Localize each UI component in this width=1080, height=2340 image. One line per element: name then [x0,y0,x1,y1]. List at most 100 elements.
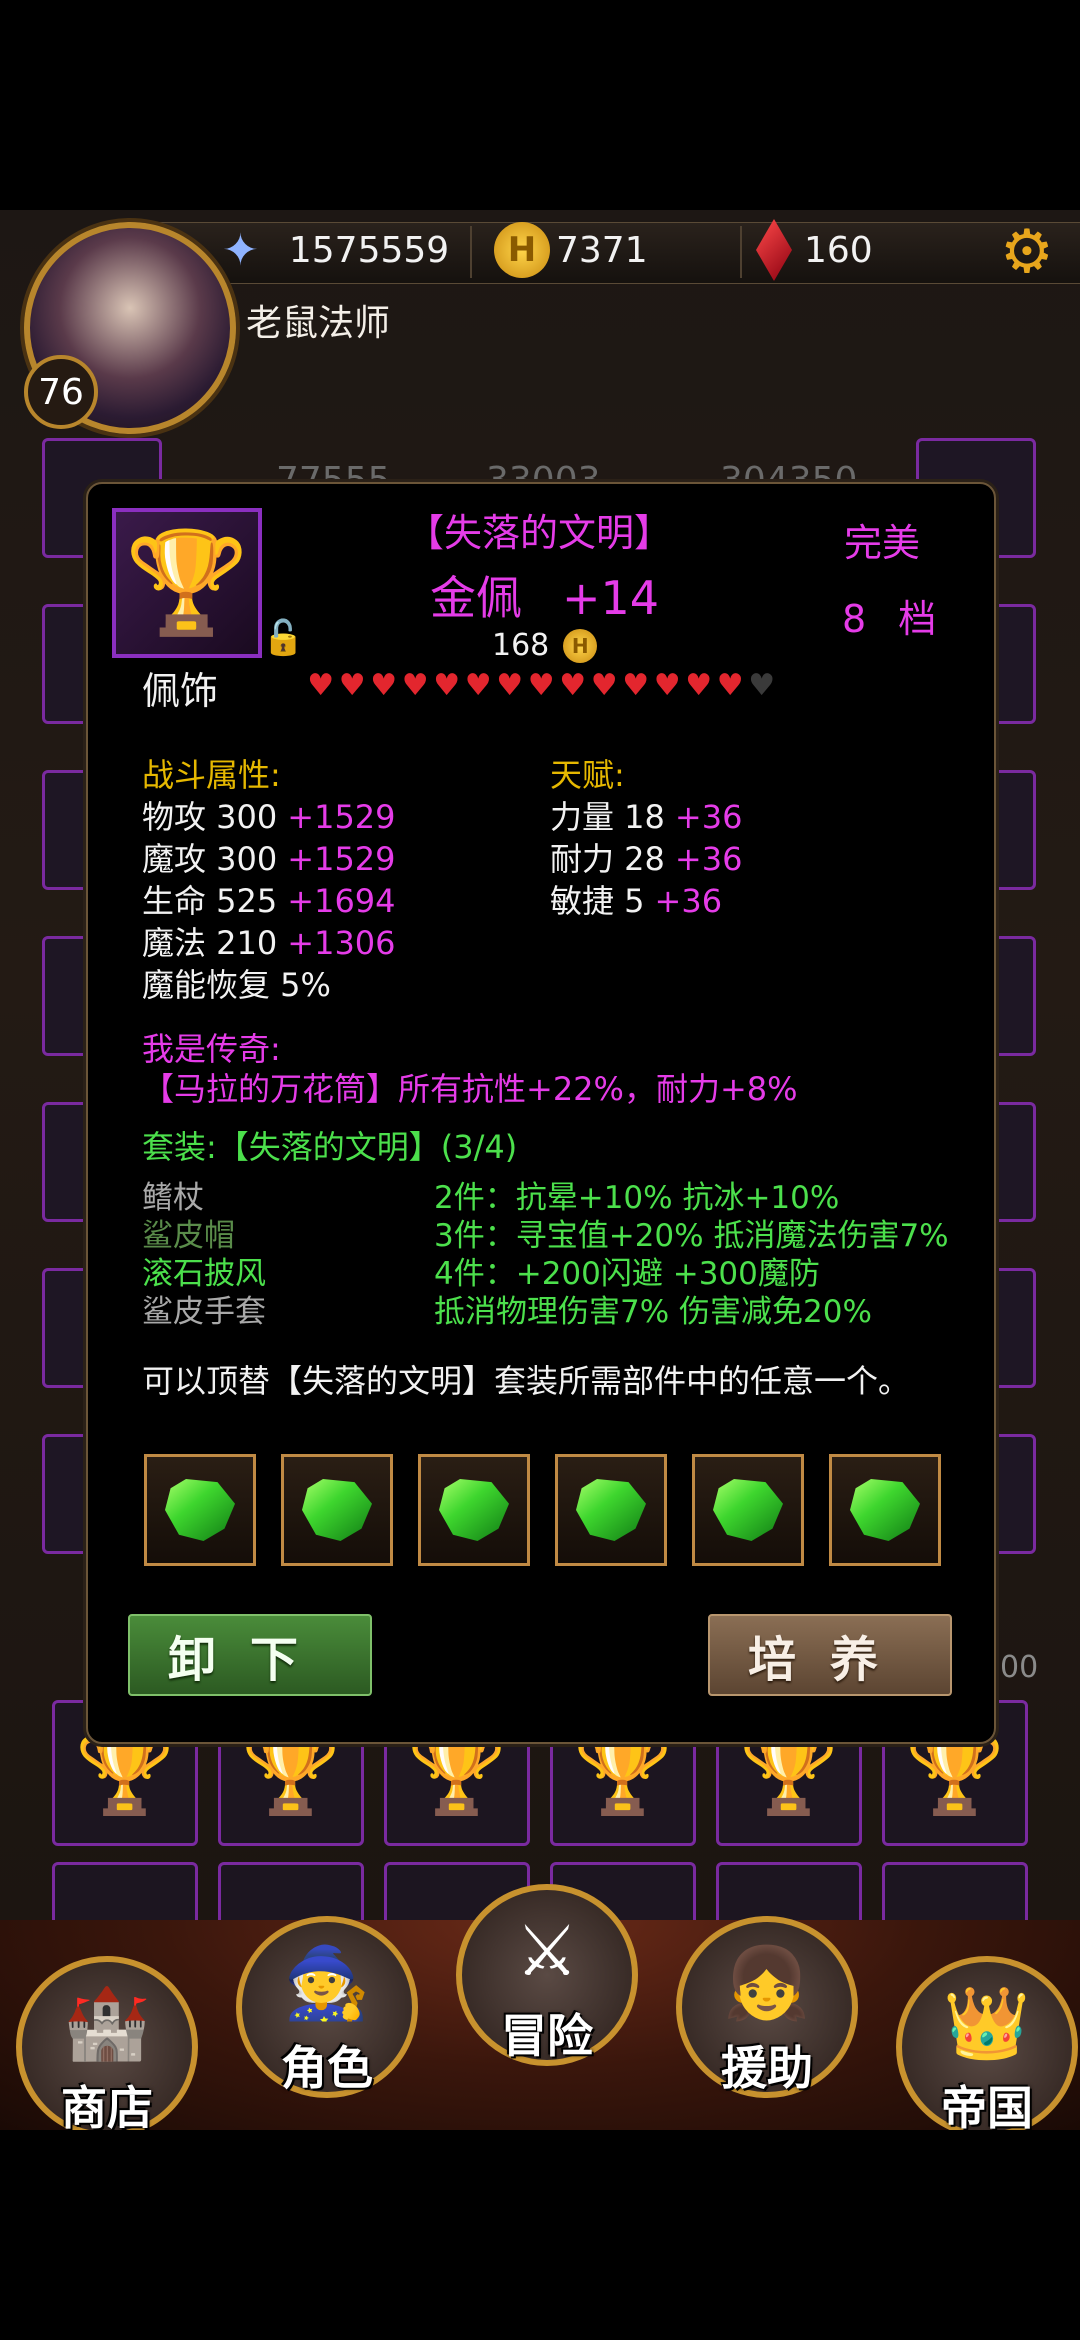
heart-filled-icon: ♥ [464,668,492,703]
combat-stat-row: 魔能恢复 5% [142,960,331,1006]
gold-coin-icon: H [494,222,550,278]
green-gem-icon [713,1479,783,1541]
heart-filled-icon: ♥ [370,668,398,703]
crown-icon: 👑 [943,1982,1031,2064]
item-quality: 完美 [844,521,921,565]
stat-label: 敏捷 5 [550,882,645,920]
heart-filled-icon: ♥ [496,668,524,703]
stat-bonus: +1529 [287,840,396,878]
stat-bonus: +36 [674,798,743,836]
heart-filled-icon: ♥ [653,668,681,703]
item-slot-type: 佩饰 [142,669,219,713]
separator [740,226,742,278]
item-name-text: 金佩 [430,571,522,625]
nav-assist[interactable]: 👧 援助 [676,1916,858,2098]
set-heading: 套装:【失落的文明】(3/4) [142,1128,518,1166]
green-gem-icon [576,1479,646,1541]
heart-filled-icon: ♥ [590,668,618,703]
heart-filled-icon: ♥ [401,668,429,703]
gold-chalice-icon: 🏆 [112,508,262,658]
durability-hearts: ♥ ♥ ♥ ♥ ♥ ♥ ♥ ♥ ♥ ♥ ♥ ♥ ♥ ♥ ♥ [305,668,778,703]
nav-shop[interactable]: 🏰 商店 [16,1956,198,2138]
gem-value: 160 [804,229,873,271]
stat-label: 物攻 300 [142,798,278,836]
stat-label: 魔攻 300 [142,840,278,878]
gem-slot-2[interactable] [281,1454,393,1566]
stat-label: 耐力 28 [550,840,665,878]
companion-portrait-icon: 👧 [723,1942,811,2024]
nav-character-label: 角色 [281,2041,373,2095]
combat-stat-row: 魔攻 300 +1529 [142,834,396,880]
train-button[interactable]: 培养 [708,1614,952,1696]
gem-slot-1[interactable] [144,1454,256,1566]
item-set-name: 【失落的文明】 [406,511,673,555]
heart-filled-icon: ♥ [622,668,650,703]
talent-heading: 天赋: [550,756,625,794]
heart-empty-icon: ♥ [748,668,776,703]
gold-value: 7371 [556,229,648,271]
player-name: 老鼠法师 [246,303,391,344]
combat-stat-row: 魔法 210 +1306 [142,918,396,964]
magic-staff-icon: ✦ [222,224,259,276]
legend-text: 【马拉的万花筒】所有抗性+22%，耐力+8% [142,1070,798,1108]
gear-icon[interactable]: ⚙ [1000,222,1070,282]
level-badge: 76 [24,355,98,429]
heart-filled-icon: ♥ [559,668,587,703]
item-price-value: 168 [492,628,550,663]
unequip-button[interactable]: 卸下 [128,1614,372,1696]
green-gem-icon [850,1479,920,1541]
gem-slot-6[interactable] [829,1454,941,1566]
hooded-figure-icon: 🧙 [283,1942,371,2024]
heart-filled-icon: ♥ [338,668,366,703]
item-enhance: +14 [562,571,660,625]
stat-bonus: +1694 [287,882,396,920]
stat-bonus: +1306 [287,924,396,962]
castle-icon: 🏰 [63,1982,151,2064]
heart-filled-icon: ♥ [433,668,461,703]
gem-display[interactable]: 160 [756,219,873,281]
nav-character[interactable]: 🧙 角色 [236,1916,418,2098]
set-piece: 鲨皮手套 [142,1294,266,1330]
heart-filled-icon: ♥ [685,668,713,703]
item-price: 168 H [492,628,598,663]
set-note: 可以顶替【失落的文明】套装所需部件中的任意一个。 [142,1362,911,1400]
lock-icon[interactable]: 🔓 [262,618,304,658]
gold-display[interactable]: H 7371 [494,222,648,278]
item-name: 金佩 +14 [430,562,659,628]
separator [470,226,472,278]
heart-filled-icon: ♥ [307,668,335,703]
red-crystal-icon [756,219,792,281]
gem-slot-5[interactable] [692,1454,804,1566]
talent-stat-row: 耐力 28 +36 [550,834,742,880]
power-display: ✦ 1575559 [222,222,449,278]
set-bonus: 抵消物理伤害7% 伤害减免20% [434,1294,872,1330]
combat-stat-row: 生命 525 +1694 [142,876,396,922]
crossed-swords-icon: ⚔ [515,1910,579,1992]
item-tier: 8 档 [842,597,937,641]
gem-slot-3[interactable] [418,1454,530,1566]
stat-label: 魔法 210 [142,924,278,962]
stat-label: 力量 18 [550,798,665,836]
green-gem-icon [165,1479,235,1541]
talent-stat-row: 敏捷 5 +36 [550,876,722,922]
heart-filled-icon: ♥ [716,668,744,703]
green-gem-icon [439,1479,509,1541]
nav-empire-label: 帝国 [941,2081,1033,2135]
combat-heading: 战斗属性: [142,756,281,794]
nav-empire[interactable]: 👑 帝国 [896,1956,1078,2138]
gold-coin-icon: H [563,628,598,663]
stat-label: 生命 525 [142,882,278,920]
green-gem-icon [302,1479,372,1541]
nav-adventure[interactable]: ⚔ 冒险 [456,1884,638,2066]
bg-right-value: 00 [1000,1650,1039,1685]
stat-bonus: +1529 [287,798,396,836]
bottom-black-bar [0,2130,1080,2340]
stat-bonus: +36 [674,840,743,878]
heart-filled-icon: ♥ [527,668,555,703]
stat-bonus: +36 [654,882,723,920]
nav-shop-label: 商店 [61,2081,153,2135]
nav-assist-label: 援助 [721,2041,813,2095]
gem-slot-4[interactable] [555,1454,667,1566]
top-black-bar [0,0,1080,210]
nav-adventure-label: 冒险 [501,2009,593,2063]
